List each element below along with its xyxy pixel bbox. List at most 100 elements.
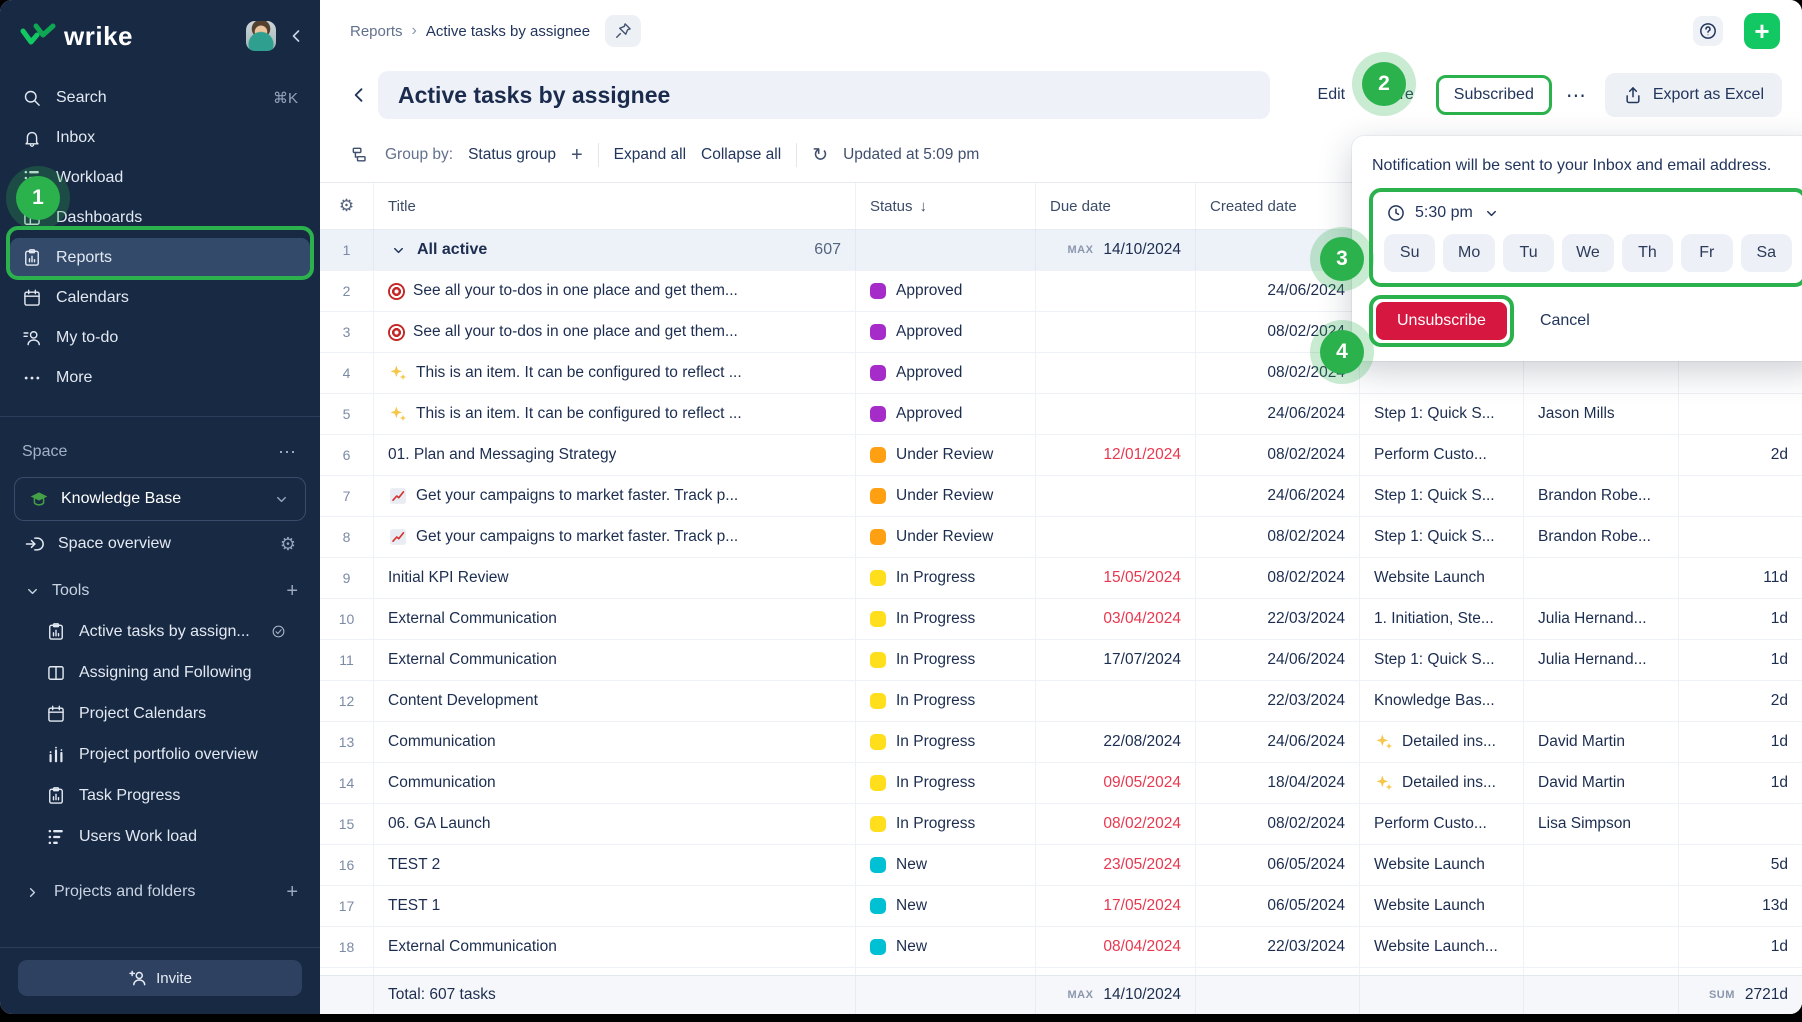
add-tool-icon[interactable]: + — [286, 580, 298, 603]
table-row[interactable]: 12Content DevelopmentIn Progress22/03/20… — [320, 681, 1802, 722]
edit-button[interactable]: Edit — [1318, 86, 1346, 104]
assignee-cell — [1524, 845, 1679, 885]
export-excel-button[interactable]: Export as Excel — [1605, 73, 1782, 117]
space-settings-gear-icon[interactable]: ⚙ — [280, 534, 296, 555]
add-group-icon[interactable]: + — [571, 144, 583, 167]
column-header-created-date[interactable]: Created date — [1196, 183, 1360, 229]
sidebar-tool-project-portfolio-overview[interactable]: Project portfolio overview — [0, 734, 320, 775]
sidebar-item-inbox[interactable]: Inbox — [10, 118, 310, 158]
row-number: 6 — [320, 435, 374, 475]
row-number: 14 — [320, 763, 374, 803]
table-row[interactable]: 9Initial KPI ReviewIn Progress15/05/2024… — [320, 558, 1802, 599]
task-title-cell: External Communication — [374, 640, 856, 680]
chevron-down-icon[interactable] — [388, 240, 408, 260]
weekday-chip-sa[interactable]: Sa — [1741, 234, 1792, 272]
sidebar-item-calendars[interactable]: Calendars — [10, 278, 310, 318]
sidebar-item-space-overview[interactable]: Space overview ⚙ — [0, 523, 320, 565]
weekday-chip-tu[interactable]: Tu — [1503, 234, 1554, 272]
add-project-icon[interactable]: + — [286, 881, 298, 904]
weekday-chip-fr[interactable]: Fr — [1681, 234, 1732, 272]
keyboard-shortcut: ⌘K — [273, 89, 298, 107]
pin-report-button[interactable] — [605, 15, 641, 47]
unsubscribe-button[interactable]: Unsubscribe — [1376, 302, 1507, 340]
table-settings-gear-icon[interactable]: ⚙ — [339, 196, 354, 216]
collapse-sidebar-icon[interactable] — [286, 26, 306, 46]
subscribed-button[interactable]: Subscribed — [1436, 75, 1552, 115]
table-row[interactable]: 1506. GA LaunchIn Progress08/02/202408/0… — [320, 804, 1802, 845]
unsubscribe-annotation-box: Unsubscribe — [1369, 295, 1514, 347]
table-row[interactable]: 8Get your campaigns to market faster. Tr… — [320, 517, 1802, 558]
sidebar-tool-assigning-and-following[interactable]: Assigning and Following — [0, 652, 320, 693]
space-selector[interactable]: Knowledge Base — [14, 477, 306, 521]
sidebar-item-projects-and-folders[interactable]: Projects and folders + — [0, 871, 320, 913]
sort-descending-icon: ↓ — [920, 198, 928, 215]
sidebar-tool-task-progress[interactable]: Task Progress — [0, 775, 320, 816]
table-row[interactable]: 10External CommunicationIn Progress03/04… — [320, 599, 1802, 640]
status-color-chip — [870, 693, 886, 709]
more-actions-icon[interactable]: ⋯ — [1566, 83, 1587, 108]
invite-button[interactable]: Invite — [18, 960, 302, 996]
back-button[interactable] — [346, 82, 372, 108]
sidebar-item-my-to-do[interactable]: My to-do — [10, 318, 310, 358]
sidebar-item-dashboards[interactable]: Dashboards — [10, 198, 310, 238]
tools-section-header[interactable]: Tools + — [0, 571, 320, 611]
time-selector[interactable]: 5:30 pm — [1386, 203, 1790, 223]
status-color-chip — [870, 365, 886, 381]
due-date-cell — [1036, 271, 1196, 311]
space-more-icon[interactable]: ⋯ — [278, 442, 298, 463]
sidebar-item-search[interactable]: Search⌘K — [10, 78, 310, 118]
task-title: Get your campaigns to market faster. Tra… — [416, 528, 738, 546]
table-row[interactable]: 601. Plan and Messaging StrategyUnder Re… — [320, 435, 1802, 476]
project-name: Step 1: Quick S... — [1374, 405, 1495, 423]
status-label: New — [896, 897, 927, 915]
created-date-cell: 08/02/2024 — [1196, 558, 1360, 598]
table-row[interactable]: 13CommunicationIn Progress22/08/202424/0… — [320, 722, 1802, 763]
refresh-icon[interactable]: ↻ — [812, 144, 828, 167]
group-due-cell: MAX 14/10/2024 — [1036, 230, 1196, 270]
tools-label: Tools — [52, 582, 89, 600]
sidebar-tool-users-work-load[interactable]: Users Work load — [0, 816, 320, 857]
breadcrumb-reports-link[interactable]: Reports — [350, 23, 403, 40]
table-row[interactable]: 5This is an item. It can be configured t… — [320, 394, 1802, 435]
create-new-button[interactable]: + — [1744, 13, 1780, 49]
expand-all-button[interactable]: Expand all — [614, 146, 686, 164]
column-settings-cell[interactable]: ⚙ — [320, 183, 374, 229]
column-header-status[interactable]: Status ↓ — [856, 183, 1036, 229]
table-row[interactable]: 18External CommunicationNew08/04/202422/… — [320, 927, 1802, 968]
time-value: 5:30 pm — [1415, 204, 1473, 222]
space-section-header: Space ⋯ — [0, 433, 320, 471]
report-title-input[interactable]: Active tasks by assignee — [378, 71, 1270, 119]
group-by-value[interactable]: Status group — [468, 146, 556, 164]
help-button[interactable] — [1693, 16, 1723, 46]
collapse-all-button[interactable]: Collapse all — [701, 146, 781, 164]
assignee-cell: David Martin — [1524, 763, 1679, 803]
search-icon — [22, 88, 42, 108]
sidebar-tool-project-calendars[interactable]: Project Calendars — [0, 693, 320, 734]
weekday-chip-th[interactable]: Th — [1622, 234, 1673, 272]
column-header-title[interactable]: Title — [374, 183, 856, 229]
table-row[interactable]: 7Get your campaigns to market faster. Tr… — [320, 476, 1802, 517]
status-color-chip — [870, 898, 886, 914]
assignee-cell — [1524, 927, 1679, 967]
sidebar-item-workload[interactable]: Workload — [10, 158, 310, 198]
cancel-button[interactable]: Cancel — [1540, 312, 1590, 330]
table-row[interactable]: 16TEST 2New23/05/202406/05/2024Website L… — [320, 845, 1802, 886]
user-avatar[interactable] — [246, 21, 276, 51]
created-date-cell: 08/02/2024 — [1196, 353, 1360, 393]
weekday-chip-su[interactable]: Su — [1384, 234, 1435, 272]
column-header-due-date[interactable]: Due date — [1036, 183, 1196, 229]
status-cell: Under Review — [856, 517, 1036, 557]
row-number: 10 — [320, 599, 374, 639]
status-cell: In Progress — [856, 763, 1036, 803]
table-row[interactable]: 14CommunicationIn Progress09/05/202418/0… — [320, 763, 1802, 804]
sidebar-tool-active-tasks-by-assign-[interactable]: Active tasks by assign... — [0, 611, 320, 652]
table-row[interactable]: 11External CommunicationIn Progress17/07… — [320, 640, 1802, 681]
weekday-chip-mo[interactable]: Mo — [1443, 234, 1494, 272]
task-title-cell: External Communication — [374, 599, 856, 639]
sidebar-item-reports[interactable]: Reports — [10, 238, 310, 278]
weekday-chip-we[interactable]: We — [1562, 234, 1613, 272]
share-button[interactable]: Share — [1371, 86, 1414, 104]
table-row[interactable]: 17TEST 1New17/05/202406/05/2024Website L… — [320, 886, 1802, 927]
sparkles-icon — [1374, 732, 1394, 752]
sidebar-item-more[interactable]: More — [10, 358, 310, 398]
